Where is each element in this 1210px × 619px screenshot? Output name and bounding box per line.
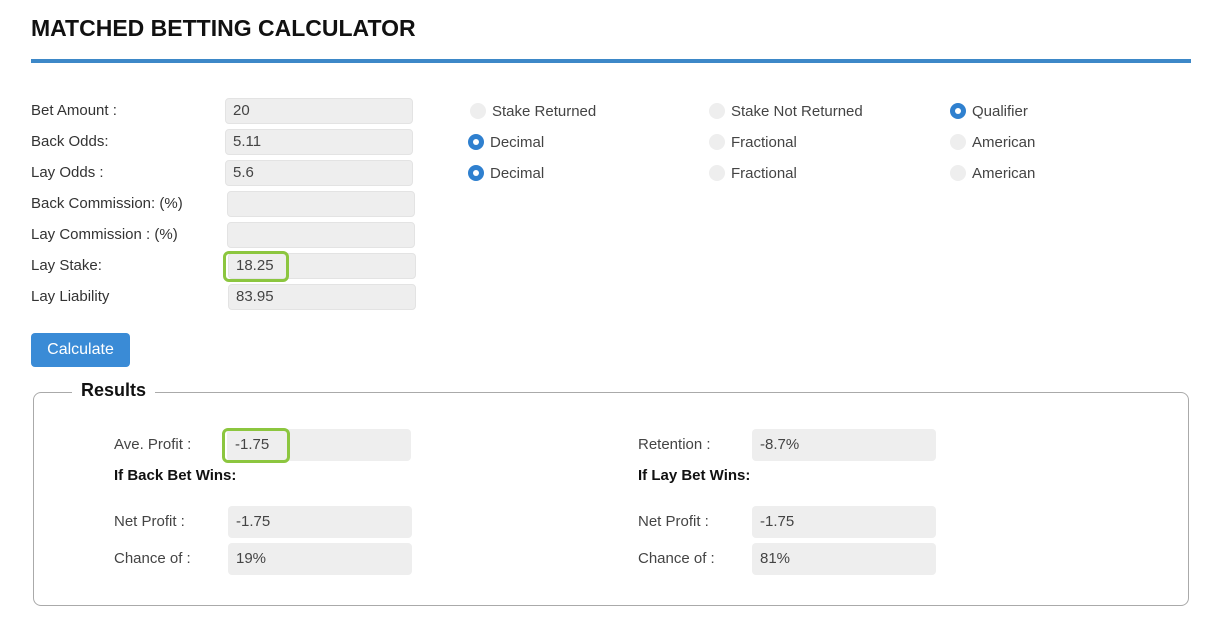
lay-stake-output: 18.25 (228, 253, 416, 279)
back-commission-label: Back Commission: (%) (31, 195, 183, 212)
back-chance-output: 19% (228, 543, 412, 575)
radio-label: Qualifier (972, 102, 1028, 120)
lay-net-profit-label: Net Profit : (638, 513, 709, 530)
lay-net-profit-output: -1.75 (752, 506, 936, 538)
lay-odds-input[interactable]: 5.6 (225, 160, 413, 186)
retention-label: Retention : (638, 436, 711, 453)
radio-checked-icon (950, 103, 966, 119)
back-net-profit-label: Net Profit : (114, 513, 185, 530)
radio-back-fractional[interactable]: Fractional (709, 131, 797, 153)
back-commission-input[interactable] (227, 191, 415, 217)
results-heading: Results (72, 380, 156, 401)
radio-back-american[interactable]: American (950, 131, 1035, 153)
calculate-button[interactable]: Calculate (31, 333, 130, 367)
radio-label: American (972, 164, 1036, 182)
lay-chance-label: Chance of : (638, 550, 715, 567)
lay-commission-label: Lay Commission : (%) (31, 226, 178, 243)
lay-stake-label: Lay Stake: (31, 257, 102, 274)
radio-qualifier[interactable]: Qualifier (950, 100, 1028, 122)
radio-unchecked-icon (709, 165, 725, 181)
radio-stake-returned[interactable]: Stake Returned (470, 100, 596, 122)
back-odds-label: Back Odds: (31, 133, 109, 150)
radio-label: Fractional (731, 133, 797, 151)
lay-chance-output: 81% (752, 543, 936, 575)
radio-label: Stake Not Returned (731, 102, 863, 120)
back-net-profit-output: -1.75 (228, 506, 412, 538)
radio-unchecked-icon (950, 134, 966, 150)
radio-checked-icon (468, 134, 484, 150)
radio-label: Fractional (731, 164, 797, 182)
radio-label: Stake Returned (492, 102, 597, 120)
radio-lay-decimal[interactable]: Decimal (468, 162, 544, 184)
radio-label: Decimal (490, 133, 545, 151)
radio-stake-not-returned[interactable]: Stake Not Returned (709, 100, 863, 122)
ave-profit-label: Ave. Profit : (114, 436, 192, 453)
back-odds-input[interactable]: 5.11 (225, 129, 413, 155)
radio-back-decimal[interactable]: Decimal (468, 131, 544, 153)
ave-profit-output: -1.75 (227, 429, 411, 461)
radio-label: Decimal (490, 164, 545, 182)
lay-odds-label: Lay Odds : (31, 164, 104, 181)
results-panel (33, 392, 1189, 606)
page-title: MATCHED BETTING CALCULATOR (31, 15, 416, 41)
radio-unchecked-icon (950, 165, 966, 181)
radio-checked-icon (468, 165, 484, 181)
back-wins-heading: If Back Bet Wins: (114, 467, 237, 484)
radio-unchecked-icon (709, 134, 725, 150)
radio-lay-american[interactable]: American (950, 162, 1035, 184)
retention-output: -8.7% (752, 429, 936, 461)
bet-amount-input[interactable]: 20 (225, 98, 413, 124)
radio-lay-fractional[interactable]: Fractional (709, 162, 797, 184)
back-chance-label: Chance of : (114, 550, 191, 567)
title-divider (31, 59, 1191, 63)
lay-liability-output: 83.95 (228, 284, 416, 310)
radio-label: American (972, 133, 1036, 151)
radio-unchecked-icon (709, 103, 725, 119)
lay-liability-label: Lay Liability (31, 288, 110, 305)
lay-commission-input[interactable] (227, 222, 415, 248)
radio-unchecked-icon (470, 103, 486, 119)
bet-amount-label: Bet Amount : (31, 102, 117, 119)
lay-wins-heading: If Lay Bet Wins: (638, 467, 751, 484)
